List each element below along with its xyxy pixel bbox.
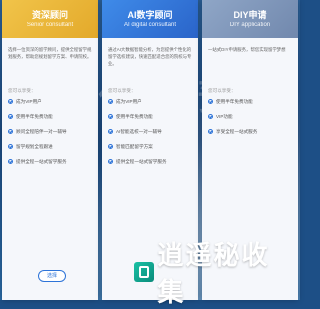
check-icon <box>8 114 13 119</box>
card-description: 通过AI大数据智能分析，为您提供个性化的留学选校建议，快速匹配适合您的院校与专业… <box>108 47 192 66</box>
list-item: VIP功能 <box>208 113 292 120</box>
watermark: 逍遥秘收集 <box>134 240 294 307</box>
card-subtitle: Senior consultant <box>26 22 74 28</box>
check-icon <box>208 129 213 134</box>
check-icon <box>108 159 113 164</box>
check-icon <box>108 99 113 104</box>
check-icon <box>208 114 213 119</box>
card-header: DIY申请 DIY application <box>202 0 298 38</box>
benefits-list: 成为VIP用户 使用半年免费功能 顾问全程陪伴一对一辅导 留学规划全程跟进 提供… <box>8 98 92 165</box>
check-icon <box>8 144 13 149</box>
benefits-label: 您可以享受： <box>108 88 136 93</box>
card-header: AI数字顾问 AI digital consultant <box>102 0 198 38</box>
list-item: 使用半年免费功能 <box>208 98 292 105</box>
check-icon <box>8 129 13 134</box>
card-senior-consultant[interactable]: 资深顾问 Senior consultant 选择一位资深的留学顾问，提供全程留… <box>2 0 98 300</box>
list-item: 留学规划全程跟进 <box>8 143 92 150</box>
card-title: DIY申请 <box>233 10 267 20</box>
list-item: AI智能选校一对一辅导 <box>108 128 192 135</box>
list-item: 提供全程一站式留学服务 <box>8 158 92 165</box>
card-header: 资深顾问 Senior consultant <box>2 0 98 38</box>
check-icon <box>208 99 213 104</box>
list-item: 成为VIP用户 <box>8 98 92 105</box>
list-item: 提供全程一站式留学服务 <box>108 158 192 165</box>
list-item: 智能匹配留学方案 <box>108 143 192 150</box>
benefits-list: 成为VIP用户 使用半年免费功能 AI智能选校一对一辅导 智能匹配留学方案 提供… <box>108 98 192 165</box>
card-subtitle: AI digital consultant <box>123 22 177 28</box>
card-description: 选择一位资深的留学顾问，提供全程留学规划服务，帮助您规划留学方案、申请院校。 <box>8 47 92 59</box>
list-item: 成为VIP用户 <box>108 98 192 105</box>
check-icon <box>8 159 13 164</box>
watermark-logo-icon <box>134 262 154 282</box>
list-item: 使用半年免费功能 <box>8 113 92 120</box>
check-icon <box>108 129 113 134</box>
benefits-label: 您可以享受： <box>8 88 36 93</box>
card-description: 一站式DIY申请服务，帮您实现留学梦想 <box>208 47 286 52</box>
watermark-text: 逍遥秘收集 <box>157 240 270 307</box>
check-icon <box>108 144 113 149</box>
list-item: 顾问全程陪伴一对一辅导 <box>8 128 92 135</box>
card-title: 资深顾问 <box>31 10 68 20</box>
check-icon <box>8 99 13 104</box>
benefits-list: 使用半年免费功能 VIP功能 享受全程一站式服务 <box>208 98 292 135</box>
select-button[interactable]: 选择 <box>38 270 66 282</box>
list-item: 使用半年免费功能 <box>108 113 192 120</box>
list-item: 享受全程一站式服务 <box>208 128 292 135</box>
check-icon <box>108 114 113 119</box>
benefits-label: 您可以享受： <box>208 88 236 93</box>
card-subtitle: DIY application <box>229 22 271 28</box>
card-title: AI数字顾问 <box>127 10 173 20</box>
